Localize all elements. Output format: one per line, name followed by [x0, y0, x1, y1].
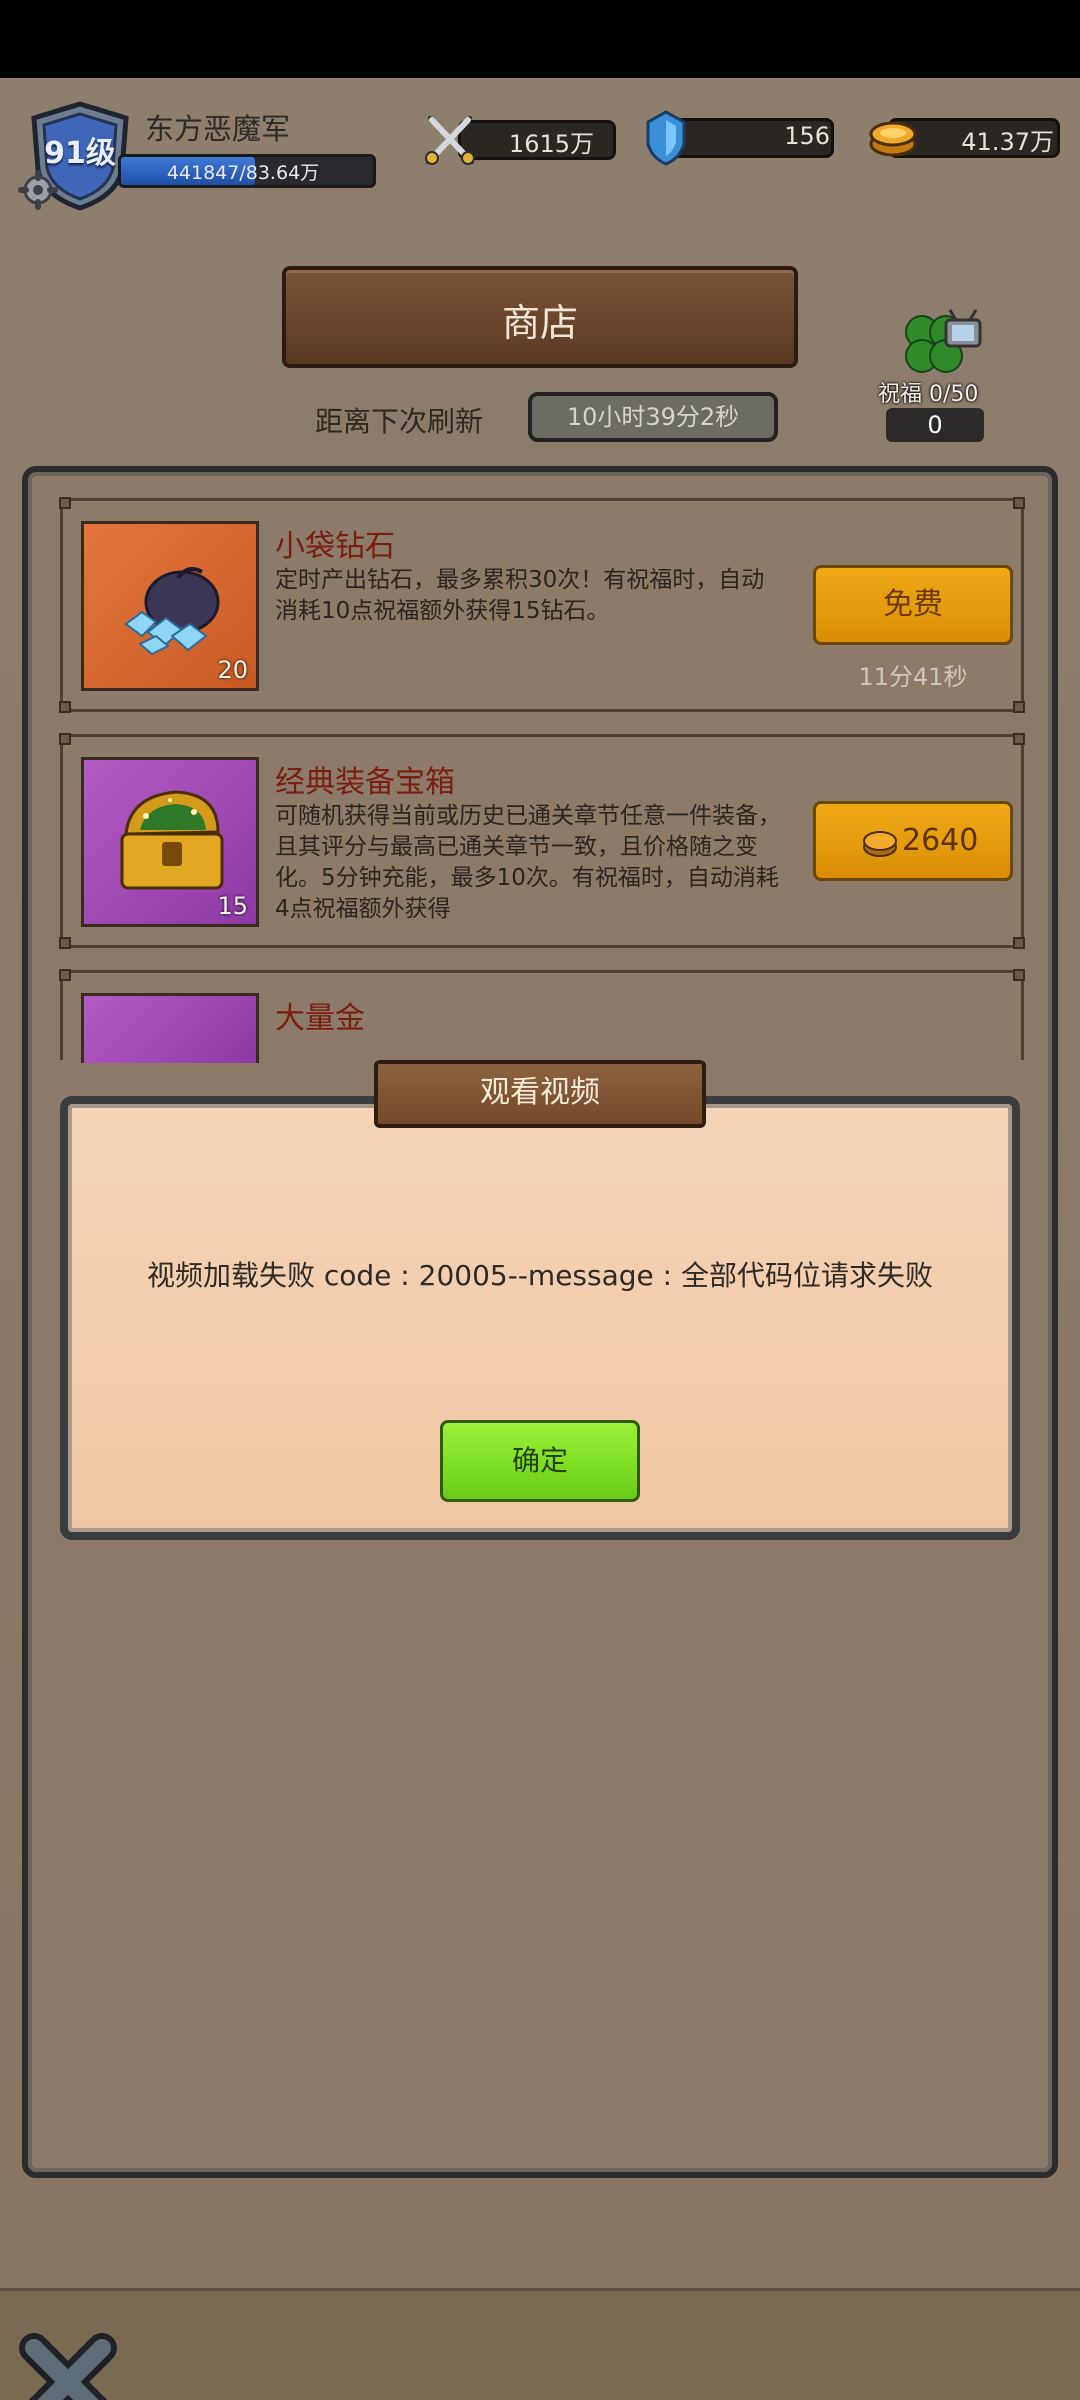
item-name: 经典装备宝箱 [275, 765, 455, 800]
ok-button[interactable]: 确定 [440, 1420, 640, 1502]
game-screen: 91级 东方恶魔军 441847/83.64万 1615万 156 41.37万… [0, 78, 1080, 2400]
card-corner [1013, 497, 1025, 509]
diamond-value: 156 [784, 122, 830, 150]
refresh-label: 距离下次刷新 [315, 405, 484, 438]
item-name: 小袋钻石 [275, 529, 395, 564]
shop-item: 15 经典装备宝箱 可随机获得当前或历史已通关章节任意一件装备，且其评分与最高已… [59, 733, 1025, 949]
free-claim-button[interactable]: 免费 [813, 565, 1013, 645]
player-name: 东方恶魔军 [145, 112, 291, 146]
error-dialog: 视频加载失败 code : 20005--message : 全部代码位请求失败… [60, 1096, 1020, 1540]
item-description: 可随机获得当前或历史已通关章节任意一件装备，且其评分与最高已通关章节一致，且价格… [275, 803, 781, 922]
card-corner [59, 937, 71, 949]
close-icon[interactable] [14, 2328, 122, 2400]
card-corner [1013, 937, 1025, 949]
blessing-label: 祝福 0/50 [878, 382, 979, 407]
crossed-swords-icon [425, 116, 475, 165]
card-corner [1013, 733, 1025, 745]
item-description: 定时产出钻石，最多累积30次！有祝福时，自动消耗10点祝福额外获得15钻石。 [275, 567, 765, 624]
xp-text: 441847/83.64万 [166, 162, 320, 184]
refresh-timer: 10小时39分2秒 [528, 392, 778, 442]
shop-title: 商店 [501, 301, 578, 345]
item-price: 2640 [902, 823, 979, 858]
clover-tv-icon[interactable] [896, 306, 986, 386]
diamond-bag-icon [124, 567, 220, 656]
card-corner [59, 969, 71, 981]
card-corner [59, 497, 71, 509]
gear-icon[interactable] [18, 170, 58, 210]
card-corner [1013, 701, 1025, 713]
blue-gem-icon [646, 110, 686, 166]
treasure-chest-icon [120, 790, 224, 890]
gold-value: 41.37万 [961, 128, 1054, 156]
card-corner [1013, 969, 1025, 981]
shop-item: 20 小袋钻石 定时产出钻石，最多累积30次！有祝福时，自动消耗10点祝福额外获… [59, 497, 1025, 713]
dialog-message: 视频加载失败 code : 20005--message : 全部代码位请求失败 [146, 1259, 933, 1292]
bottom-bar [0, 2288, 1080, 2400]
player-level: 91级 [44, 136, 116, 171]
dialog-title: 观看视频 [374, 1060, 706, 1128]
item-icon-frame[interactable] [81, 993, 259, 1063]
item-timer: 11分41秒 [858, 663, 968, 691]
card-corner [59, 733, 71, 745]
buy-with-gold-button[interactable]: 2640 [813, 801, 1013, 881]
shop-item: 大量金 [59, 969, 1025, 1063]
item-icon-frame[interactable]: 15 [81, 757, 259, 927]
power-value: 1615万 [508, 130, 594, 158]
blessing-count: 0 [886, 408, 984, 442]
card-corner [59, 701, 71, 713]
item-quantity: 20 [217, 656, 248, 684]
item-icon-frame[interactable]: 20 [81, 521, 259, 691]
item-quantity: 15 [217, 892, 248, 920]
gold-coin-icon [863, 831, 897, 857]
item-name: 大量金 [275, 1001, 365, 1036]
